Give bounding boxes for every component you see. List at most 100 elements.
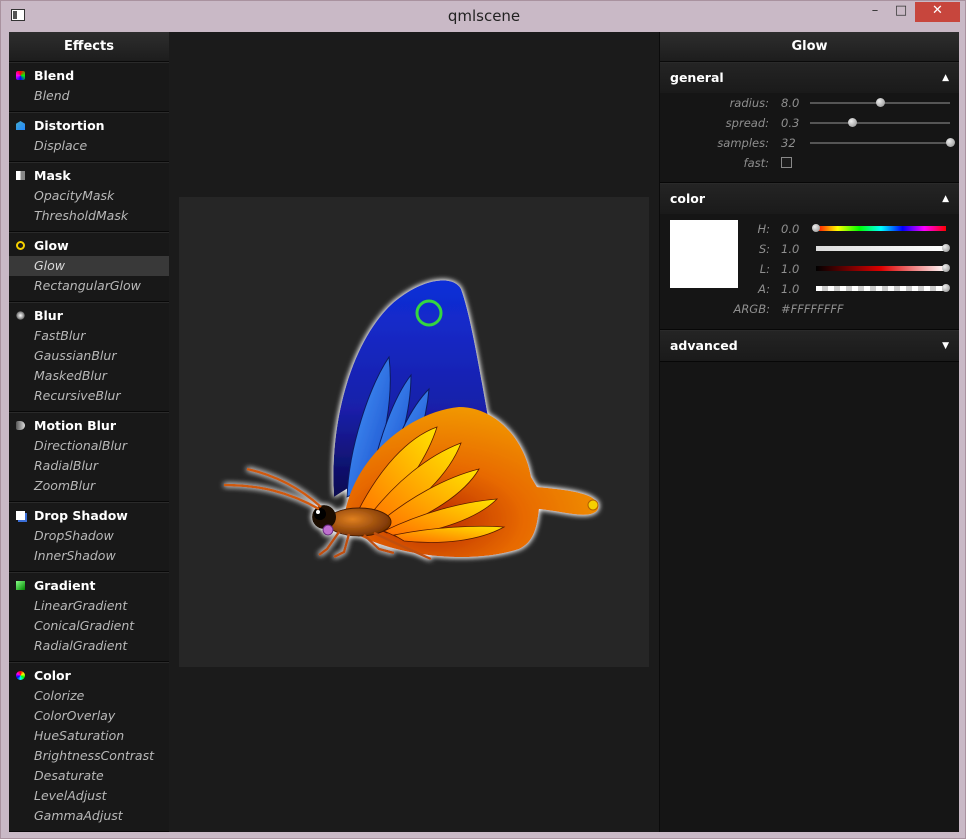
slider-handle[interactable]	[942, 284, 950, 292]
effect-group: Gradient LinearGradient ConicalGradient Rad…	[9, 572, 169, 662]
channel-value: 0.0	[781, 222, 800, 236]
effect-item[interactable]: DirectionalBlur	[9, 436, 169, 456]
effect-item[interactable]: ThresholdMask	[9, 206, 169, 226]
butterfly-image	[223, 280, 599, 561]
effect-item[interactable]: Desaturate	[9, 766, 169, 786]
effect-group-label: Gradient	[34, 578, 96, 593]
effect-group-header: Motion Blur	[9, 416, 169, 436]
effect-item[interactable]: OpacityMask	[9, 186, 169, 206]
effect-item[interactable]: GammaAdjust	[9, 806, 169, 826]
blend-icon	[16, 71, 25, 80]
fast-label: fast:	[743, 156, 769, 170]
param-slider[interactable]	[810, 118, 950, 127]
distortion-icon	[16, 121, 25, 130]
effect-item[interactable]: GaussianBlur	[9, 346, 169, 366]
color-section: color ▲ H: 0.0 S: 1.0 L: 1.0 A: 1.0 ARGB: #FFFFFF…	[660, 183, 959, 330]
effect-group: Distortion Displace	[9, 112, 169, 162]
param-label: radius:	[729, 96, 769, 110]
effect-group: Drop Shadow DropShadow InnerShadow	[9, 502, 169, 572]
effect-group-header: Distortion	[9, 116, 169, 136]
color-channel-row: S: 1.0	[660, 239, 959, 259]
param-slider[interactable]	[810, 138, 955, 147]
advanced-section-header[interactable]: advanced ▼	[660, 331, 959, 361]
channel-value: 1.0	[781, 262, 800, 276]
effect-group-header: Mask	[9, 166, 169, 186]
slider-handle[interactable]	[848, 118, 857, 127]
slider-handle[interactable]	[876, 98, 885, 107]
window-title: qmlscene	[447, 7, 521, 25]
title-bar[interactable]: qmlscene – □ ✕	[1, 1, 966, 31]
effect-item[interactable]: Blend	[9, 86, 169, 106]
effect-item[interactable]: Displace	[9, 136, 169, 156]
effect-group: Motion Blur DirectionalBlur RadialBlur Zoom…	[9, 412, 169, 502]
effect-item[interactable]: BrightnessContrast	[9, 746, 169, 766]
color-channel-row: A: 1.0	[660, 279, 959, 299]
effect-group-header: Color	[9, 666, 169, 686]
param-row: fast:	[660, 153, 959, 173]
maximize-button[interactable]: □	[888, 2, 914, 22]
effects-header: Effects	[9, 32, 169, 62]
effect-group: Color Colorize ColorOverlay HueSaturation Br…	[9, 662, 169, 832]
param-row: radius: 8.0	[660, 93, 959, 113]
app-window: qmlscene – □ ✕ Effects Blend Blend Distort…	[0, 0, 966, 839]
slider-handle[interactable]	[946, 138, 955, 147]
effect-group-label: Distortion	[34, 118, 105, 133]
effect-group-header: Blend	[9, 66, 169, 86]
effects-panel: Effects Blend Blend Distortion Displace Mask…	[9, 32, 169, 832]
general-section: general ▲ radius: 8.0 spread: 0.3 samples: 32…	[660, 62, 959, 183]
fast-checkbox[interactable]	[781, 157, 792, 168]
slider-handle[interactable]	[812, 224, 820, 232]
minimize-button[interactable]: –	[862, 2, 888, 22]
param-slider[interactable]	[810, 98, 950, 107]
effect-item[interactable]: InnerShadow	[9, 546, 169, 566]
effect-item[interactable]: ConicalGradient	[9, 616, 169, 636]
effect-item[interactable]: RadialGradient	[9, 636, 169, 656]
param-value: 8.0	[781, 96, 800, 110]
channel-label: S:	[758, 242, 770, 256]
slider-handle[interactable]	[942, 244, 950, 252]
collapse-arrow-icon[interactable]: ▲	[942, 63, 949, 93]
blur-icon	[16, 311, 25, 320]
param-row: samples: 32	[660, 133, 959, 153]
effect-item[interactable]: RectangularGlow	[9, 276, 169, 296]
effect-item[interactable]: RadialBlur	[9, 456, 169, 476]
effect-item[interactable]: ColorOverlay	[9, 706, 169, 726]
effect-group-header: Gradient	[9, 576, 169, 596]
effect-item[interactable]: RecursiveBlur	[9, 386, 169, 406]
effect-item[interactable]: MaskedBlur	[9, 366, 169, 386]
argb-value[interactable]: #FFFFFFFF	[781, 299, 844, 319]
close-button[interactable]: ✕	[915, 2, 960, 22]
color-title: color	[670, 191, 706, 206]
effect-item[interactable]: Colorize	[9, 686, 169, 706]
channel-slider[interactable]	[812, 224, 946, 232]
effect-item[interactable]: HueSaturation	[9, 726, 169, 746]
effect-item[interactable]: LinearGradient	[9, 596, 169, 616]
properties-header: Glow	[660, 32, 959, 62]
effect-item[interactable]: Glow	[9, 256, 169, 276]
effect-group-label: Mask	[34, 168, 71, 183]
effects-list: Blend Blend Distortion Displace Mask OpacityM…	[9, 62, 169, 832]
effect-group-header: Glow	[9, 236, 169, 256]
color-icon	[16, 671, 25, 680]
collapse-arrow-icon[interactable]: ▲	[942, 184, 949, 214]
color-section-header[interactable]: color ▲	[660, 184, 959, 214]
argb-row: ARGB: #FFFFFFFF	[660, 299, 959, 319]
slider-handle[interactable]	[942, 264, 950, 272]
advanced-section: advanced ▼	[660, 330, 959, 362]
effect-item[interactable]: FastBlur	[9, 326, 169, 346]
general-section-header[interactable]: general ▲	[660, 63, 959, 93]
color-channel-row: H: 0.0	[660, 219, 959, 239]
preview-area	[169, 32, 659, 832]
effect-item[interactable]: DropShadow	[9, 526, 169, 546]
effect-item[interactable]: ZoomBlur	[9, 476, 169, 496]
effect-group-label: Drop Shadow	[34, 508, 128, 523]
channel-label: H:	[757, 222, 770, 236]
channel-slider[interactable]	[816, 284, 950, 292]
param-value: 32	[781, 136, 796, 150]
channel-slider[interactable]	[816, 244, 950, 252]
channel-slider[interactable]	[816, 264, 950, 272]
expand-arrow-icon[interactable]: ▼	[942, 331, 949, 361]
effect-group-label: Blur	[34, 308, 63, 323]
glow-icon	[16, 241, 25, 250]
effect-item[interactable]: LevelAdjust	[9, 786, 169, 806]
